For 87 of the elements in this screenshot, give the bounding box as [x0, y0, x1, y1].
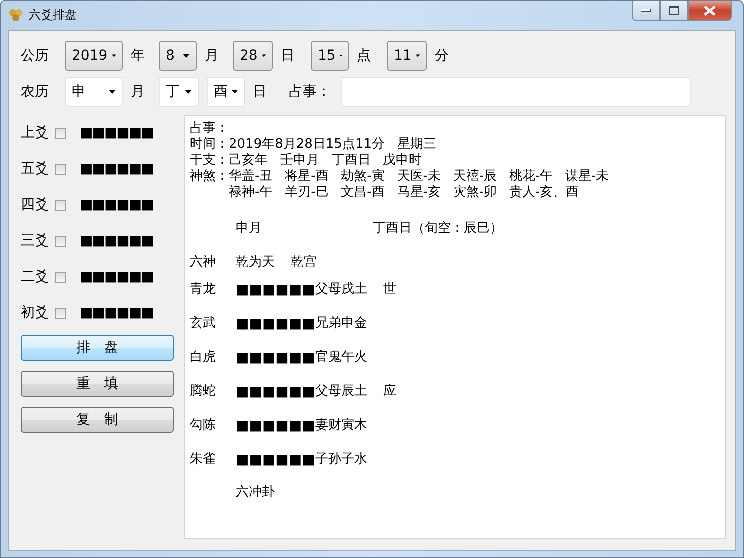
unit-label: 点 [357, 47, 371, 65]
line-label: 三爻 [21, 232, 49, 250]
caret-icon [109, 90, 116, 94]
dropdown[interactable]: 申 [65, 77, 123, 107]
line-squares: ■■■■■■ [236, 384, 316, 400]
relation-text: 官鬼午火 [315, 350, 368, 366]
caret-icon [112, 54, 116, 58]
spirit-name: 玄武 [190, 316, 217, 332]
relation-text: 父母辰土 [315, 384, 368, 400]
line-squares: ■■■■■■ [80, 233, 154, 249]
checkbox[interactable] [55, 308, 66, 318]
shensha-line: 禄神-午 羊刃-巳 文昌-酉 马星-亥 灾煞-卯 贵人-亥、酉 [229, 185, 580, 201]
unit-label: 日 [253, 83, 267, 101]
minimize-button[interactable] [632, 1, 660, 21]
position-mark: 世 [383, 282, 396, 298]
info-line: 占事： [190, 121, 230, 137]
spirit-name: 青龙 [190, 282, 217, 298]
action-button[interactable]: 复 制 [21, 407, 174, 433]
action-button[interactable]: 排 盘 [21, 335, 174, 361]
app-icon [9, 9, 24, 22]
line-label: 二爻 [21, 268, 49, 286]
caret-icon [185, 90, 192, 94]
line-squares: ■■■■■■ [80, 269, 154, 285]
info-line: 时间：2019年8月28日15点11分 星期三 [190, 137, 438, 153]
spirit-name: 白虎 [190, 350, 217, 366]
unit-label: 分 [435, 47, 449, 65]
dropdown[interactable]: 8 [159, 41, 197, 71]
day-text: 丁酉日（旬空：辰巳） [373, 221, 503, 238]
question-input[interactable] [341, 77, 691, 107]
checkbox[interactable] [55, 272, 66, 282]
position-mark: 应 [383, 384, 396, 400]
header-label: 六神 [190, 255, 217, 271]
palace-name: 乾宫 [291, 255, 317, 271]
info-line: 干支：己亥年 壬申月 丁酉日 戊申时 [190, 153, 424, 169]
caret-icon [183, 54, 190, 58]
spirit-name: 勾陈 [190, 418, 217, 434]
relation-text: 子孙子水 [315, 452, 368, 468]
line-squares: ■■■■■■ [236, 350, 316, 366]
dropdown[interactable]: 15 [311, 41, 349, 71]
dropdown[interactable]: 11 [387, 41, 427, 71]
spirit-name: 腾蛇 [190, 384, 217, 400]
gua-name: 乾为天 [236, 255, 275, 271]
checkbox[interactable] [55, 164, 66, 174]
line-squares: ■■■■■■ [80, 197, 154, 213]
caret-icon [416, 54, 420, 58]
spirit-name: 朱雀 [190, 452, 217, 468]
close-icon [704, 6, 716, 16]
unit-label: 年 [131, 47, 145, 65]
line-squares: ■■■■■■ [236, 282, 316, 298]
month-text: 申月 [236, 221, 263, 238]
close-button[interactable] [688, 1, 732, 21]
relation-text: 妻财寅木 [315, 418, 368, 434]
relation-text: 兄弟申金 [315, 316, 368, 332]
relation-text: 父母戌土 [315, 282, 368, 298]
caret-icon [262, 54, 266, 58]
line-squares: ■■■■■■ [80, 161, 154, 177]
footer-text: 六冲卦 [236, 485, 276, 501]
line-label: 五爻 [21, 160, 49, 178]
dropdown[interactable]: 2019 [65, 41, 123, 71]
dropdown[interactable]: 丁 [159, 77, 199, 107]
line-squares: ■■■■■■ [236, 452, 316, 468]
unit-label: 月 [205, 47, 219, 65]
question-label: 占事： [289, 83, 331, 101]
maximize-icon [669, 6, 679, 15]
line-squares: ■■■■■■ [80, 305, 154, 321]
unit-label: 日 [281, 47, 295, 65]
caret-icon [232, 90, 238, 94]
dropdown[interactable]: 酉 [207, 77, 245, 107]
line-label: 上爻 [21, 124, 49, 142]
lunar-label: 农历 [21, 83, 49, 101]
checkbox[interactable] [55, 128, 66, 138]
line-squares: ■■■■■■ [236, 418, 316, 434]
dropdown[interactable]: 28 [233, 41, 273, 71]
line-squares: ■■■■■■ [236, 316, 316, 332]
window-title: 六爻排盘 [29, 7, 77, 24]
checkbox[interactable] [55, 236, 66, 246]
action-button[interactable]: 重 填 [21, 371, 174, 397]
line-label: 四爻 [21, 196, 49, 214]
line-label: 初爻 [21, 304, 49, 322]
maximize-button[interactable] [660, 1, 688, 21]
unit-label: 月 [131, 83, 145, 101]
line-squares: ■■■■■■ [80, 125, 154, 141]
solar-label: 公历 [21, 47, 49, 65]
shensha-label: 神煞： [190, 169, 229, 186]
minimize-icon [641, 8, 651, 12]
shensha-line: 华盖-丑 将星-酉 劫煞-寅 天医-未 天禧-辰 桃花-午 谋星-未 [229, 169, 610, 185]
checkbox[interactable] [55, 200, 66, 210]
